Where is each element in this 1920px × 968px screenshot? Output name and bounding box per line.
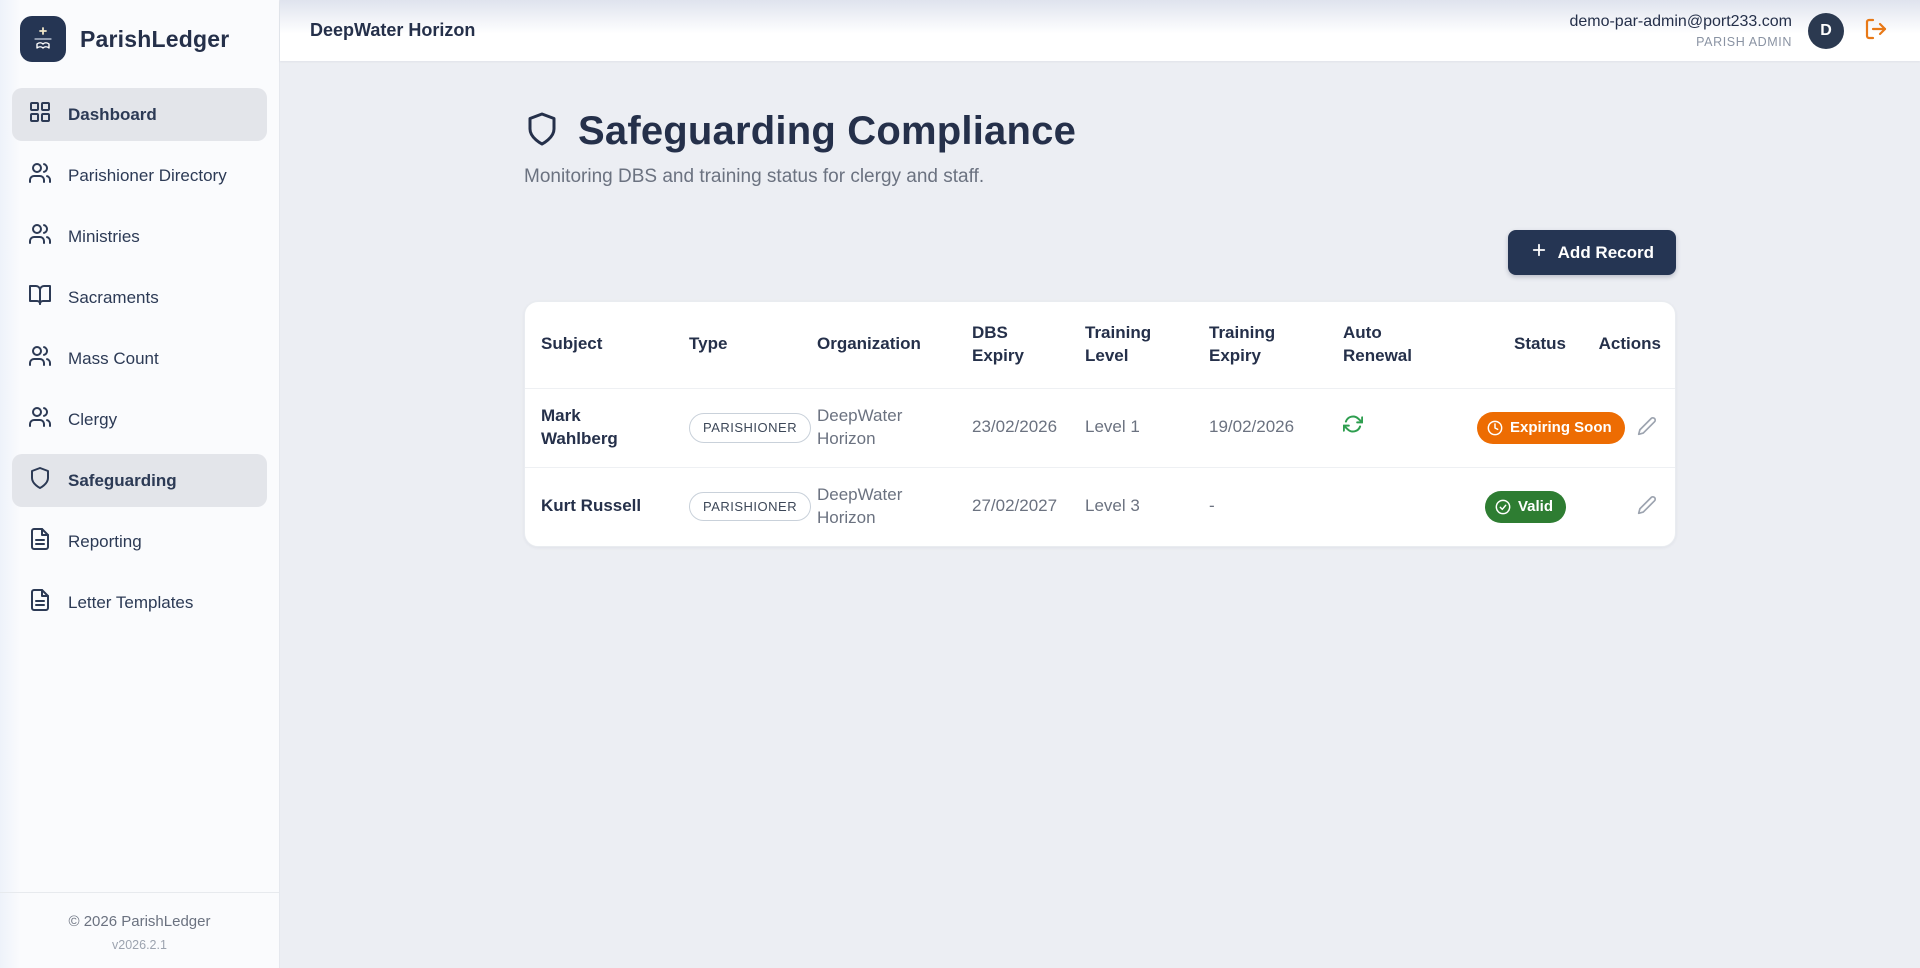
status-label: Expiring Soon [1510,418,1612,438]
clock-icon [1487,420,1503,436]
user-role: PARISH ADMIN [1569,35,1792,49]
toolbar: Add Record [524,230,1676,275]
status-label: Valid [1518,497,1553,517]
table-row: Mark Wahlberg PARISHIONER DeepWater Hori… [525,388,1676,467]
avatar[interactable]: D [1808,13,1844,49]
app-root: ParishLedger Dashboard Parishioner Direc… [0,0,1920,968]
file-text-icon [28,588,52,617]
add-record-label: Add Record [1558,243,1654,263]
pencil-icon [1637,503,1657,518]
file-text-icon [28,527,52,556]
safeguarding-table: Subject Type Organization DBS Expiry Tra… [525,302,1676,546]
col-header-training-expiry: Training Expiry [1193,302,1327,388]
user-email: demo-par-admin@port233.com [1569,13,1792,31]
parishledger-logo-icon [20,16,66,62]
main-area: DeepWater Horizon demo-par-admin@port233… [280,0,1920,968]
col-header-subject: Subject [525,302,673,388]
logout-icon [1864,17,1888,44]
plus-icon [1530,241,1548,264]
table-row: Kurt Russell PARISHIONER DeepWater Horiz… [525,467,1676,545]
cell-training-expiry: - [1193,467,1327,545]
type-badge: PARISHIONER [689,413,811,443]
brand-name: ParishLedger [80,26,229,53]
cell-training-expiry: 19/02/2026 [1193,388,1327,467]
sidebar-item-mass-count[interactable]: Mass Count [12,332,267,385]
sidebar-item-parishioner-directory[interactable]: Parishioner Directory [12,149,267,202]
users-icon [28,405,52,434]
cell-organization: DeepWater Horizon [801,467,956,545]
col-header-dbs-expiry: DBS Expiry [956,302,1069,388]
cell-auto-renewal [1327,388,1461,467]
book-open-icon [28,283,52,312]
sidebar-item-dashboard[interactable]: Dashboard [12,88,267,141]
cell-status: Valid [1461,467,1582,545]
cell-dbs-expiry: 27/02/2027 [956,467,1069,545]
sidebar: ParishLedger Dashboard Parishioner Direc… [0,0,280,968]
status-badge: Expiring Soon [1477,412,1625,444]
edit-record-button[interactable] [1633,412,1661,443]
safeguarding-table-card: Subject Type Organization DBS Expiry Tra… [524,301,1676,547]
shield-icon [28,466,52,495]
version-text: v2026.2.1 [10,938,269,952]
col-header-training-level: Training Level [1069,302,1193,388]
users-icon [28,161,52,190]
sidebar-item-label: Sacraments [68,288,159,308]
sidebar-item-ministries[interactable]: Ministries [12,210,267,263]
sidebar-item-label: Letter Templates [68,593,193,613]
sidebar-item-label: Dashboard [68,105,157,125]
cell-organization: DeepWater Horizon [801,388,956,467]
sidebar-item-label: Reporting [68,532,142,552]
pencil-icon [1637,424,1657,439]
sidebar-footer: © 2026 ParishLedger v2026.2.1 [0,892,279,968]
sidebar-item-label: Mass Count [68,349,159,369]
cell-actions [1582,467,1676,545]
check-circle-icon [1495,499,1511,515]
type-badge: PARISHIONER [689,492,811,522]
brand[interactable]: ParishLedger [0,0,279,88]
logout-button[interactable] [1860,13,1892,48]
copyright-text: © 2026 ParishLedger [10,913,269,930]
sidebar-item-label: Safeguarding [68,471,177,491]
users-icon [28,222,52,251]
sidebar-item-letter-templates[interactable]: Letter Templates [12,576,267,629]
cell-subject: Mark Wahlberg [525,388,673,467]
cell-training-level: Level 3 [1069,467,1193,545]
sidebar-nav: Dashboard Parishioner Directory Ministri… [0,88,279,629]
topbar: DeepWater Horizon demo-par-admin@port233… [280,0,1920,61]
col-header-actions: Actions [1582,302,1676,388]
status-badge: Valid [1485,491,1566,523]
page-header: Safeguarding Compliance [524,109,1676,154]
auto-renewal-refresh-icon [1343,419,1363,438]
grid-icon [28,100,52,129]
sidebar-item-label: Clergy [68,410,117,430]
shield-icon [524,111,560,152]
users-icon [28,344,52,373]
user-info: demo-par-admin@port233.com PARISH ADMIN [1569,13,1792,49]
cell-subject: Kurt Russell [525,467,673,545]
cell-type: PARISHIONER [673,467,801,545]
sidebar-item-clergy[interactable]: Clergy [12,393,267,446]
cell-status: Expiring Soon [1461,388,1582,467]
edit-record-button[interactable] [1633,491,1661,522]
page-title: Safeguarding Compliance [578,109,1076,154]
col-header-status: Status [1461,302,1582,388]
col-header-organization: Organization [801,302,956,388]
cell-dbs-expiry: 23/02/2026 [956,388,1069,467]
sidebar-item-sacraments[interactable]: Sacraments [12,271,267,324]
sidebar-item-label: Ministries [68,227,140,247]
sidebar-item-safeguarding[interactable]: Safeguarding [12,454,267,507]
table-header-row: Subject Type Organization DBS Expiry Tra… [525,302,1676,388]
col-header-type: Type [673,302,801,388]
cell-type: PARISHIONER [673,388,801,467]
sidebar-item-reporting[interactable]: Reporting [12,515,267,568]
cell-training-level: Level 1 [1069,388,1193,467]
sidebar-item-label: Parishioner Directory [68,166,227,186]
add-record-button[interactable]: Add Record [1508,230,1676,275]
parish-name: DeepWater Horizon [310,20,475,41]
page-subtitle: Monitoring DBS and training status for c… [524,166,1676,188]
cell-auto-renewal [1327,467,1461,545]
content-scroll[interactable]: Safeguarding Compliance Monitoring DBS a… [280,61,1920,968]
col-header-auto-renewal: Auto Renewal [1327,302,1461,388]
